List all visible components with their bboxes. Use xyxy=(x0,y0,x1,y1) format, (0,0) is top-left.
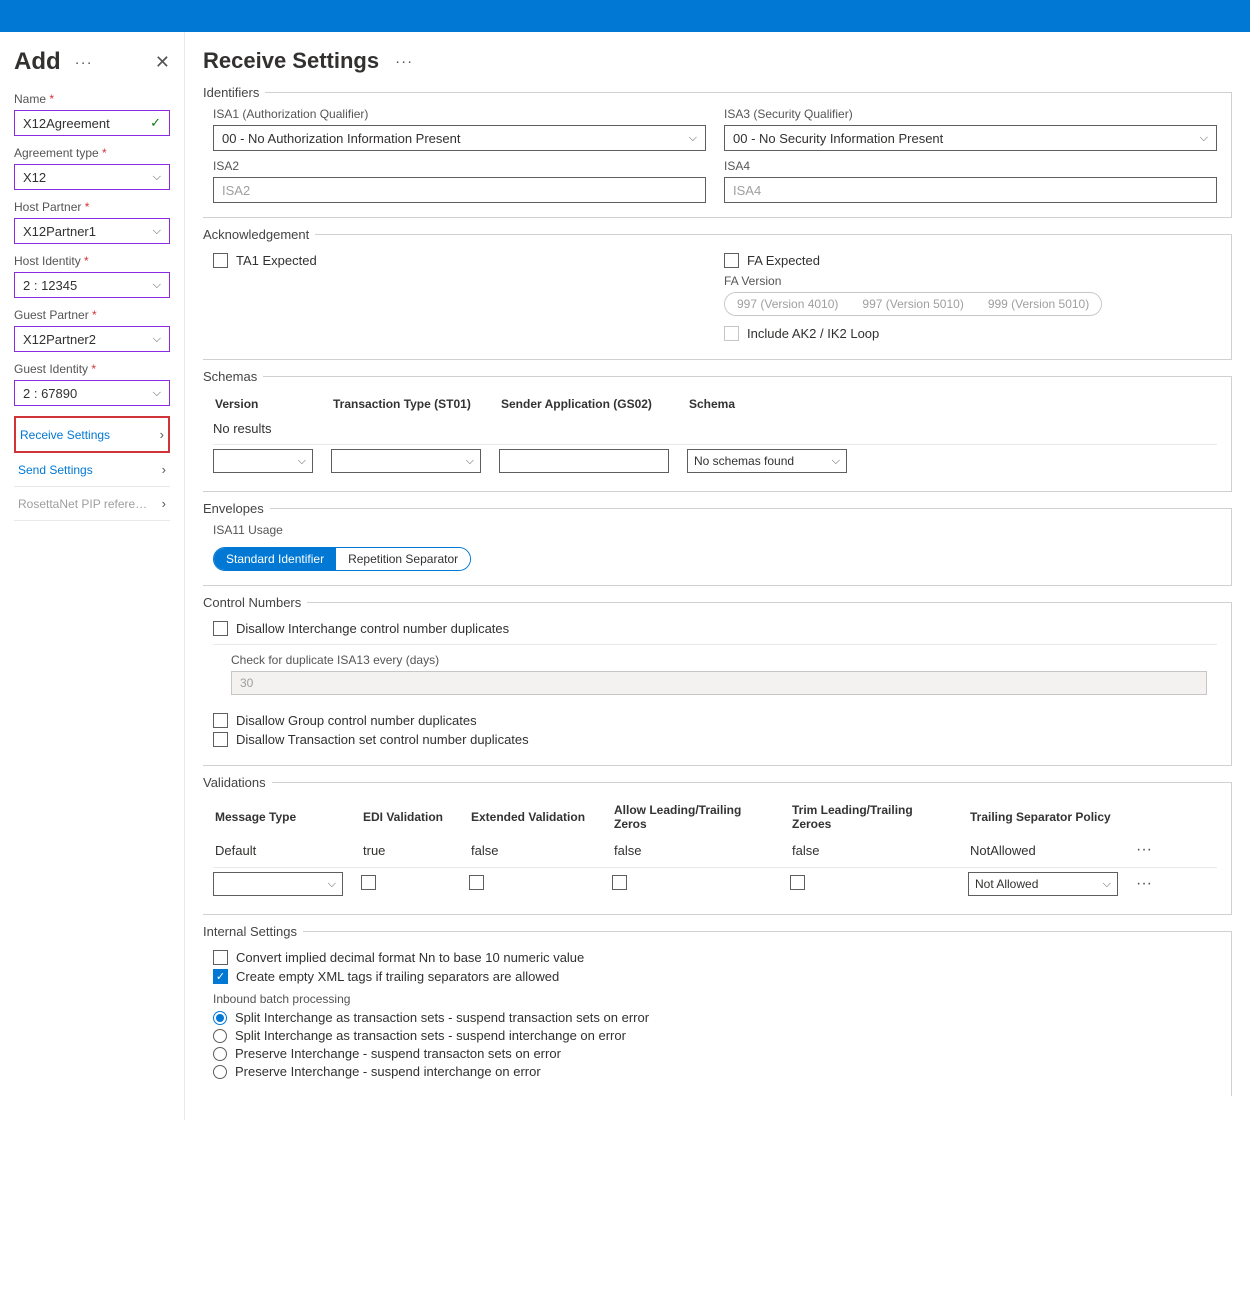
section-acknowledgement: Acknowledgement TA1 Expected FA Expected… xyxy=(203,234,1232,360)
chevron-down-icon: ⌵ xyxy=(153,387,161,400)
chevron-down-icon: ⌵ xyxy=(466,455,474,468)
batch-opt-3-radio[interactable] xyxy=(213,1065,227,1079)
section-internal-settings: Internal Settings Convert implied decima… xyxy=(203,931,1232,1096)
ak2-checkbox[interactable] xyxy=(724,326,739,341)
section-envelopes: Envelopes ISA11 Usage Standard Identifie… xyxy=(203,508,1232,586)
host-identity-label: Host Identity xyxy=(14,254,170,268)
fa-checkbox[interactable] xyxy=(724,253,739,268)
schema-select[interactable]: No schemas found⌵ xyxy=(687,449,847,473)
section-schemas: Schemas Version Transaction Type (ST01) … xyxy=(203,376,1232,492)
close-icon[interactable]: ✕ xyxy=(155,52,170,73)
name-input[interactable]: X12Agreement ✓ xyxy=(14,110,170,136)
row-more-icon[interactable]: ··· xyxy=(1136,875,1152,893)
toggle-repetition-separator[interactable]: Repetition Separator xyxy=(336,548,470,570)
pill-997-5010[interactable]: 997 (Version 5010) xyxy=(850,293,975,315)
chevron-down-icon: ⌵ xyxy=(298,455,306,468)
batch-opt-0-radio[interactable] xyxy=(213,1011,227,1025)
guest-partner-label: Guest Partner xyxy=(14,308,170,322)
guest-identity-label: Guest Identity xyxy=(14,362,170,376)
nav-send-settings[interactable]: Send Settings › xyxy=(14,453,170,487)
main-layout: Add ··· ✕ Name X12Agreement ✓ Agreement … xyxy=(0,32,1250,1120)
content-header: Receive Settings ··· xyxy=(203,48,1232,74)
create-empty-xml-checkbox[interactable]: ✓ xyxy=(213,969,228,984)
convert-decimal-checkbox[interactable] xyxy=(213,950,228,965)
content: Receive Settings ··· Identifiers ISA1 (A… xyxy=(185,32,1250,1120)
agreement-type-select[interactable]: X12 ⌵ xyxy=(14,164,170,190)
val-ext-checkbox[interactable] xyxy=(469,875,484,890)
nav-receive-settings[interactable]: Receive Settings › xyxy=(14,416,170,453)
disallow-interchange-checkbox[interactable] xyxy=(213,621,228,636)
chevron-down-icon: ⌵ xyxy=(153,279,161,292)
nav-rosettanet[interactable]: RosettaNet PIP references › xyxy=(14,487,170,521)
chevron-down-icon: ⌵ xyxy=(153,333,161,346)
guest-identity-select[interactable]: 2 : 67890 ⌵ xyxy=(14,380,170,406)
sidebar-title: Add xyxy=(14,48,61,76)
chevron-right-icon: › xyxy=(162,496,166,511)
chevron-right-icon: › xyxy=(160,427,164,442)
section-control-numbers: Control Numbers Disallow Interchange con… xyxy=(203,602,1232,766)
host-identity-select[interactable]: 2 : 12345 ⌵ xyxy=(14,272,170,298)
disallow-group-checkbox[interactable] xyxy=(213,713,228,728)
chevron-down-icon: ⌵ xyxy=(832,455,840,468)
isa3-select[interactable]: 00 - No Security Information Present ⌵ xyxy=(724,125,1217,151)
agreement-type-label: Agreement type xyxy=(14,146,170,160)
chevron-down-icon: ⌵ xyxy=(153,171,161,184)
sidebar: Add ··· ✕ Name X12Agreement ✓ Agreement … xyxy=(0,32,185,1120)
batch-opt-1-radio[interactable] xyxy=(213,1029,227,1043)
chevron-down-icon: ⌵ xyxy=(1200,132,1208,145)
guest-partner-select[interactable]: X12Partner2 ⌵ xyxy=(14,326,170,352)
check-icon: ✓ xyxy=(150,115,161,131)
chevron-down-icon: ⌵ xyxy=(689,132,697,145)
chevron-down-icon: ⌵ xyxy=(328,878,336,891)
schema-sender-input[interactable] xyxy=(499,449,669,473)
fa-version-pills: 997 (Version 4010) 997 (Version 5010) 99… xyxy=(724,292,1102,316)
isa13-days-input: 30 xyxy=(231,671,1207,695)
isa11-toggle: Standard Identifier Repetition Separator xyxy=(213,547,471,571)
schema-txtype-select[interactable]: ⌵ xyxy=(331,449,481,473)
batch-opt-2-radio[interactable] xyxy=(213,1047,227,1061)
section-identifiers: Identifiers ISA1 (Authorization Qualifie… xyxy=(203,92,1232,218)
isa2-input[interactable]: ISA2 xyxy=(213,177,706,203)
val-policy-select[interactable]: Not Allowed⌵ xyxy=(968,872,1118,896)
val-msgtype-select[interactable]: ⌵ xyxy=(213,872,343,896)
val-edi-checkbox[interactable] xyxy=(361,875,376,890)
sidebar-header: Add ··· ✕ xyxy=(14,48,170,76)
top-bar xyxy=(0,0,1250,32)
val-trim-checkbox[interactable] xyxy=(790,875,805,890)
section-validations: Validations Message Type EDI Validation … xyxy=(203,782,1232,915)
more-icon[interactable]: ··· xyxy=(69,54,99,71)
pill-997-4010[interactable]: 997 (Version 4010) xyxy=(725,293,850,315)
more-icon[interactable]: ··· xyxy=(389,53,419,70)
isa4-input[interactable]: ISA4 xyxy=(724,177,1217,203)
val-allow-checkbox[interactable] xyxy=(612,875,627,890)
chevron-right-icon: › xyxy=(162,462,166,477)
row-more-icon[interactable]: ··· xyxy=(1136,841,1152,859)
pill-999-5010[interactable]: 999 (Version 5010) xyxy=(976,293,1101,315)
chevron-down-icon: ⌵ xyxy=(153,225,161,238)
name-label: Name xyxy=(14,92,170,106)
toggle-standard-identifier[interactable]: Standard Identifier xyxy=(214,548,336,570)
host-partner-select[interactable]: X12Partner1 ⌵ xyxy=(14,218,170,244)
chevron-down-icon: ⌵ xyxy=(1103,878,1111,891)
disallow-tx-checkbox[interactable] xyxy=(213,732,228,747)
schema-version-select[interactable]: ⌵ xyxy=(213,449,313,473)
ta1-checkbox[interactable] xyxy=(213,253,228,268)
name-value: X12Agreement xyxy=(23,116,110,131)
isa1-select[interactable]: 00 - No Authorization Information Presen… xyxy=(213,125,706,151)
host-partner-label: Host Partner xyxy=(14,200,170,214)
content-title: Receive Settings xyxy=(203,48,379,74)
